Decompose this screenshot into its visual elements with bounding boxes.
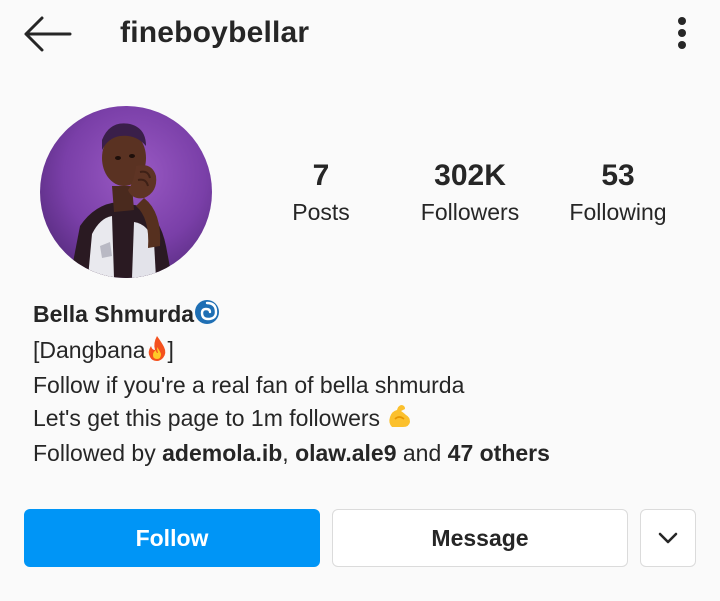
bio-tag-close: ] — [167, 336, 174, 363]
mutual-and: and — [396, 440, 448, 466]
arrow-left-icon — [24, 16, 72, 52]
bio-line-3: Let's get this page to 1m followers — [33, 402, 693, 438]
posts-stat[interactable]: 7 Posts — [241, 158, 401, 230]
followers-count: 302K — [434, 159, 506, 192]
more-vertical-icon — [678, 17, 686, 49]
profile-photo — [40, 106, 212, 278]
header-username: fineboybellar — [120, 16, 310, 49]
back-button[interactable] — [20, 14, 76, 54]
followed-by-prefix: Followed by — [33, 440, 163, 466]
following-stat[interactable]: 53 Following — [538, 158, 698, 230]
fire-icon — [146, 335, 168, 370]
posts-label: Posts — [292, 199, 350, 225]
flexed-biceps-icon — [386, 403, 412, 438]
mutual-follower-1[interactable]: ademola.ib — [162, 440, 282, 466]
more-options-button[interactable] — [668, 14, 696, 54]
bio-name-line: Bella Shmurda — [33, 298, 693, 334]
followers-label: Followers — [420, 199, 520, 225]
followers-stat[interactable]: 302K Followers — [390, 158, 550, 230]
follow-button[interactable]: Follow — [24, 509, 320, 567]
bio-line-3-text: Let's get this page to 1m followers — [33, 404, 387, 431]
mutual-follower-2[interactable]: olaw.ale9 — [295, 440, 396, 466]
profile-avatar[interactable] — [40, 106, 212, 278]
suggested-accounts-button[interactable] — [640, 509, 696, 567]
mutual-separator: , — [282, 440, 296, 466]
bio-tag-line: [Dangbana ] — [33, 334, 693, 370]
cyclone-icon — [194, 299, 220, 334]
mutual-others[interactable]: 47 others — [448, 440, 550, 466]
bio-line-2: Follow if you're a real fan of bella shm… — [33, 372, 465, 398]
bio-tag-open: [Dangbana — [33, 336, 146, 363]
profile-display-name: Bella Shmurda — [33, 301, 195, 327]
profile-header: fineboybellar — [0, 0, 720, 70]
followed-by-line[interactable]: Followed by ademola.ib, olaw.ale9 and 47… — [33, 437, 693, 470]
chevron-down-icon — [658, 532, 678, 544]
posts-count: 7 — [312, 159, 330, 192]
message-button[interactable]: Message — [332, 509, 628, 567]
following-count: 53 — [601, 159, 635, 192]
profile-bio: Bella Shmurda [Dangbana ] Follow if you'… — [33, 298, 693, 470]
following-label: Following — [569, 199, 667, 225]
